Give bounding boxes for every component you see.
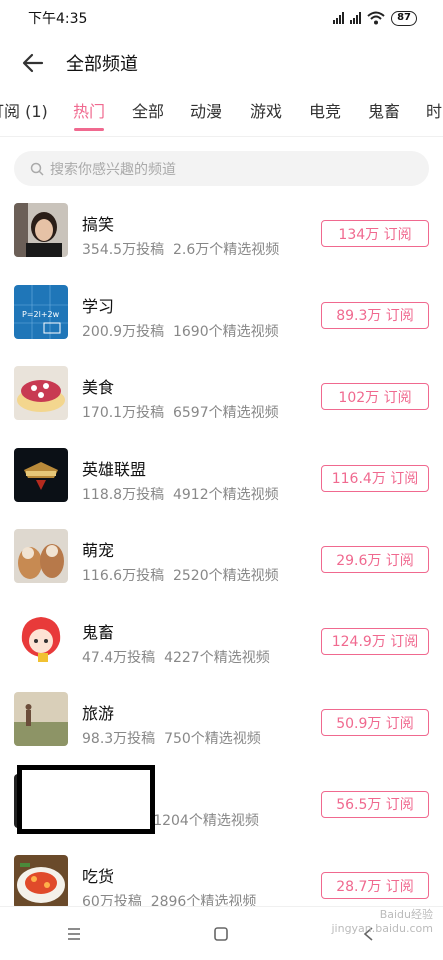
battery-icon: 87 [391,10,417,26]
channel-name: 美食 [82,378,115,397]
channel-name: 鬼畜 [82,622,115,642]
signal-icon [333,12,345,24]
tab-all[interactable]: 全部 [132,98,164,122]
channel-meta: 170.1万投稿 6597个精选视频 [82,405,279,421]
back-arrow-icon[interactable] [20,50,46,76]
list-item[interactable]: P=2l+2w 学习 200.9万投稿 1690个精选视频 89.3万 订阅 [0,284,443,367]
dog-photo-icon [14,529,68,583]
tab-subscribed[interactable]: 订阅 (1) [0,98,48,122]
page-title: 全部频道 [66,54,138,75]
watermark-line2: jingyan.baidu.com [331,922,433,935]
person-photo-icon [14,203,68,257]
channel-name: 萌宠 [82,541,115,560]
status-bar: 下午4:35 87 [0,0,443,36]
subscribe-button[interactable]: 89.3万 订阅 [321,301,429,329]
channel-meta: 47.4万投稿 4227个精选视频 [82,649,270,666]
channel-meta: 354.5万投稿 2.6万个精选视频 [82,242,280,258]
list-item[interactable]: 美食 170.1万投稿 6597个精选视频 102万 订阅 [0,366,443,448]
channel-meta: 200.9万投稿 1690个精选视频 [82,323,279,340]
tab-kichiku[interactable]: 鬼畜 [368,98,400,122]
food-photo-icon [14,855,68,909]
svg-text:P=2l+2w: P=2l+2w [22,310,60,319]
header: 全部频道 [0,36,443,90]
blueprint-formula-icon: P=2l+2w [14,284,68,339]
wifi-icon [367,11,385,25]
tabs-divider [0,136,443,137]
search-input[interactable]: 搜索你感兴趣的频道 [14,151,429,186]
watermark: Baidu经验 jingyan.baidu.com [331,908,433,936]
channel-meta: 98.3万投稿 750个精选视频 [82,731,261,747]
channel-name: 英雄联盟 [82,459,147,479]
signal-hd-icon [350,12,362,24]
redaction-box [17,765,155,834]
list-item[interactable]: 英雄联盟 118.8万投稿 4912个精选视频 116.4万 订阅 [0,447,443,530]
subscribe-button[interactable]: 29.6万 订阅 [321,546,429,573]
subscribe-button[interactable]: 50.9万 订阅 [321,709,429,736]
tab-esports[interactable]: 电竞 [309,98,341,122]
tab-games[interactable]: 游戏 [250,98,282,122]
tab-anime[interactable]: 动漫 [190,98,222,122]
home-icon[interactable] [212,925,230,943]
anime-girl-icon [14,610,68,665]
tab-more[interactable]: 时 [426,98,442,122]
active-tab-indicator [74,128,104,131]
status-icons: 87 [333,10,417,26]
list-item[interactable]: 旅游 98.3万投稿 750个精选视频 50.9万 订阅 [0,692,443,774]
channel-name: 吃货 [82,867,115,886]
search-icon [30,162,44,176]
channel-name: 搞笑 [82,215,115,234]
subscribe-button[interactable]: 56.5万 订阅 [321,790,429,818]
subscribe-button[interactable]: 134万 订阅 [321,220,429,247]
list-item[interactable]: 鬼畜 47.4万投稿 4227个精选视频 124.9万 订阅 [0,610,443,693]
channel-meta: 118.8万投稿 4912个精选视频 [82,486,279,503]
travel-photo-icon [14,692,68,746]
list-item[interactable]: 搞笑 354.5万投稿 2.6万个精选视频 134万 订阅 [0,203,443,285]
channel-tabs: 订阅 (1) 热门 全部 动漫 游戏 电竞 鬼畜 时 [0,90,443,136]
cake-photo-icon [14,366,68,420]
subscribe-button[interactable]: 28.7万 订阅 [321,872,429,899]
menu-icon[interactable] [65,925,83,943]
subscribe-button[interactable]: 116.4万 订阅 [321,464,429,492]
search-placeholder: 搜索你感兴趣的频道 [50,161,176,178]
status-time: 下午4:35 [28,11,88,27]
watermark-line1: Baidu经验 [379,908,433,921]
list-item[interactable]: 萌宠 116.6万投稿 2520个精选视频 29.6万 订阅 [0,529,443,611]
lol-logo-icon [14,447,68,502]
subscribe-button[interactable]: 102万 订阅 [321,383,429,410]
channel-meta: 116.6万投稿 2520个精选视频 [82,568,279,584]
subscribe-button[interactable]: 124.9万 订阅 [321,627,429,655]
channel-name: 学习 [82,296,115,316]
tab-hot[interactable]: 热门 [73,98,105,122]
channel-name: 旅游 [82,704,115,723]
